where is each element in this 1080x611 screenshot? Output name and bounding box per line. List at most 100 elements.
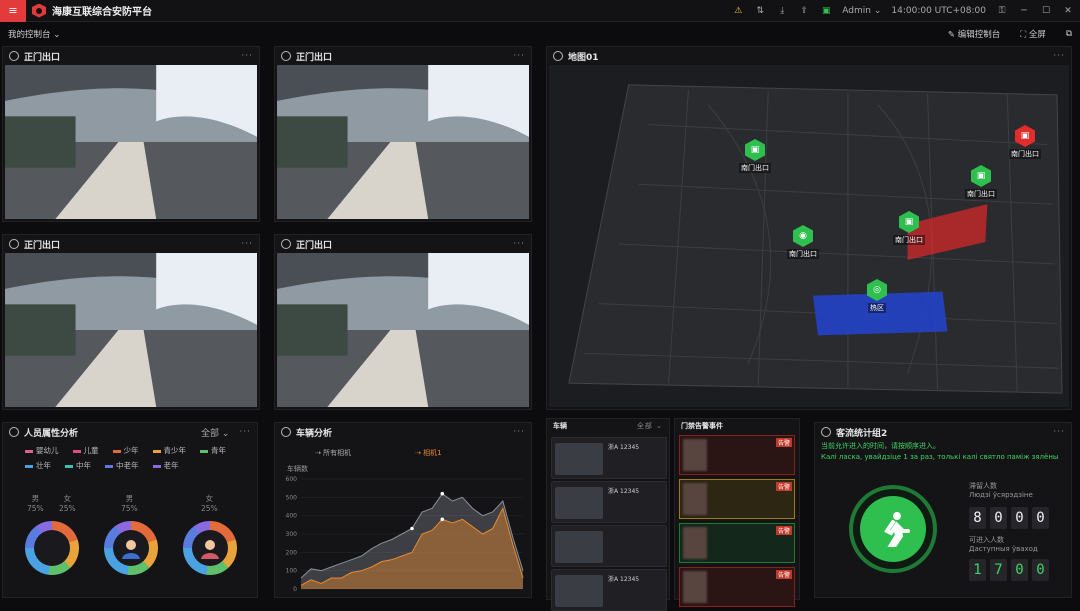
more-icon[interactable]: ··· — [1053, 427, 1065, 437]
list-item[interactable]: 浙A 12345 — [551, 437, 667, 479]
female-avatar-icon — [192, 530, 228, 566]
camera-feed[interactable] — [5, 253, 257, 407]
camera-feed[interactable] — [277, 253, 529, 407]
tools-icon[interactable]: ⇅ — [754, 5, 766, 17]
data-point-marker — [440, 491, 445, 496]
map-pin-camera[interactable]: ◉ 南门出口 — [787, 225, 819, 259]
camera-title: 正门出口 — [24, 52, 61, 63]
camera-icon — [9, 51, 19, 61]
walk-indicator — [849, 485, 937, 573]
camera-title: 正门出口 — [24, 240, 61, 251]
fullscreen-button[interactable]: ⛶ 全屏 — [1020, 28, 1046, 40]
legend-camera-1: ⇢ 相机1 — [415, 448, 442, 457]
clock: 14:00:00 UTC+08:00 — [891, 6, 986, 16]
y-tick-label: 600 — [286, 476, 298, 483]
inside-counter: 8000 — [969, 507, 1049, 529]
more-icon[interactable]: ··· — [513, 427, 525, 437]
legend-item: 少年 — [112, 445, 139, 456]
title-bar: ≡ 海康互联综合安防平台 ⚠ ⇅ ⤓ ⇪ ▣ Admin ⌄ 14:00:00 … — [0, 0, 1080, 22]
person-icon — [821, 427, 831, 437]
map-pin-camera[interactable]: ▣ 南门出口 — [739, 139, 771, 173]
passenger-flow-panel: 客流统计组2 ··· 当前允许进入的时间，请按顺序进入。 Калі ласка, у… — [814, 422, 1072, 598]
camera-icon — [281, 51, 291, 61]
legend-item: 儿童 — [72, 445, 99, 456]
gender-label: 女 25% — [201, 494, 218, 513]
y-tick-label: 200 — [286, 549, 298, 556]
minimize-icon[interactable]: ─ — [1018, 5, 1030, 17]
camera-title: 正门出口 — [296, 52, 333, 63]
male-avatar-icon — [113, 530, 149, 566]
camera-feed[interactable] — [277, 65, 529, 219]
legend-item: 中老年 — [105, 460, 139, 471]
close-icon[interactable]: ✕ — [1062, 5, 1074, 17]
camera-panel-3[interactable]: 正门出口 ··· — [2, 234, 260, 410]
legend-item: 中年 — [65, 460, 91, 471]
female-donut-chart — [183, 521, 237, 575]
maximize-icon[interactable]: ☐ — [1040, 5, 1052, 17]
legend-item: 青年 — [200, 445, 226, 456]
camera-feed[interactable] — [5, 65, 257, 219]
more-icon[interactable]: ··· — [513, 51, 525, 61]
camera-panel-1[interactable]: 正门出口 ··· — [2, 46, 260, 222]
face-thumbnail — [683, 439, 707, 471]
more-icon[interactable]: ··· — [513, 239, 525, 249]
export-icon[interactable]: ⇪ — [798, 5, 810, 17]
more-icon[interactable]: ··· — [239, 427, 251, 437]
alarm-item[interactable]: 告警 — [679, 435, 795, 475]
status-ok-icon[interactable]: ▣ — [820, 5, 832, 17]
map-canvas[interactable]: ▣ 南门出口 ◉ 南门出口 ▣ 南门出口 ▣ 南门出口 ▣ 南门出口 ◎ 热区 — [549, 65, 1069, 407]
user-menu[interactable]: Admin ⌄ — [842, 6, 881, 16]
panel-title: 客流统计组2 — [836, 428, 888, 439]
y-tick-label: 100 — [286, 568, 298, 575]
flow-message: 当前允许进入的时间，请按顺序进入。 Калі ласка, увайдзіце 1… — [821, 442, 1059, 461]
map-title: 地图01 — [568, 52, 599, 63]
list-filter[interactable]: 全部 ⌄ — [637, 421, 663, 431]
alarm-item[interactable]: 告警 — [679, 523, 795, 563]
list-item[interactable] — [551, 525, 667, 567]
list-item[interactable]: 浙A 12345 — [551, 481, 667, 523]
legend-all-cameras: ⇢ 所有相机 — [315, 448, 351, 457]
car-thumbnail — [555, 443, 603, 475]
more-icon[interactable]: ··· — [241, 239, 253, 249]
map-panel[interactable]: 地图01 ··· ▣ 南门出口 ◉ 南门出口 ▣ 南门出口 ▣ 南门出口 ▣ 南门出口 ◎ 热… — [546, 46, 1072, 410]
vehicle-chart: ⇢ 所有相机 ⇢ 相机1 车辆数 0 100 200 300 400 500 600 — [286, 448, 524, 593]
camera-panel-2[interactable]: 正门出口 ··· — [274, 46, 532, 222]
app-logo-icon — [32, 3, 46, 18]
console-selector[interactable]: 我的控制台 ⌄ — [8, 28, 60, 40]
male-donut-chart — [104, 521, 158, 575]
legend-item: 老年 — [152, 460, 179, 471]
list-item[interactable]: 浙A 12345 — [551, 569, 667, 611]
edit-console-button[interactable]: ✎ 编辑控制台 — [948, 28, 1000, 40]
gender-label: 女 25% — [59, 494, 76, 513]
popout-icon[interactable]: ⧉ — [1066, 29, 1072, 39]
camera-panel-4[interactable]: 正门出口 ··· — [274, 234, 532, 410]
map-pin-heatzone[interactable]: ◎ 热区 — [867, 279, 887, 313]
panel-title: 车辆分析 — [296, 428, 333, 439]
alarm-item[interactable]: 告警 — [679, 567, 795, 607]
vehicle-list-panel: 车辆 全部 ⌄ 浙A 12345 浙A 12345 浙A 12345 — [546, 418, 670, 611]
map-pin-camera[interactable]: ▣ 南门出口 — [893, 211, 925, 245]
lock-icon[interactable]: ⚿ — [996, 5, 1008, 17]
available-counter: 1700 — [969, 559, 1049, 581]
filter-dropdown[interactable]: 全部 ⌄ — [201, 426, 229, 439]
download-icon[interactable]: ⤓ — [776, 5, 788, 17]
camera-title: 正门出口 — [296, 240, 333, 251]
map-pin-camera[interactable]: ▣ 南门出口 — [965, 165, 997, 199]
map-pin-alarm[interactable]: ▣ 南门出口 — [1009, 125, 1041, 159]
y-tick-label: 300 — [286, 531, 298, 538]
camera-icon — [9, 239, 19, 249]
available-label: 可进入人数 Даступныя ўваход — [969, 536, 1038, 553]
car-thumbnail — [555, 487, 603, 519]
more-icon[interactable]: ··· — [241, 51, 253, 61]
age-donut-chart — [25, 521, 79, 575]
alarm-events-panel: 门禁告警事件 告警 告警 告警 告警 — [674, 418, 800, 607]
car-icon — [281, 427, 291, 437]
warning-icon[interactable]: ⚠ — [732, 5, 744, 17]
camera-icon — [281, 239, 291, 249]
person-icon — [9, 427, 19, 437]
menu-icon[interactable]: ≡ — [0, 0, 26, 22]
y-tick-label: 500 — [286, 494, 298, 501]
alarm-item[interactable]: 告警 — [679, 479, 795, 519]
more-icon[interactable]: ··· — [1053, 51, 1065, 61]
person-attributes-panel: 人员属性分析 全部 ⌄ ··· 婴幼儿 儿童 少年 青少年 青年 壮年 中年 中… — [2, 422, 258, 598]
